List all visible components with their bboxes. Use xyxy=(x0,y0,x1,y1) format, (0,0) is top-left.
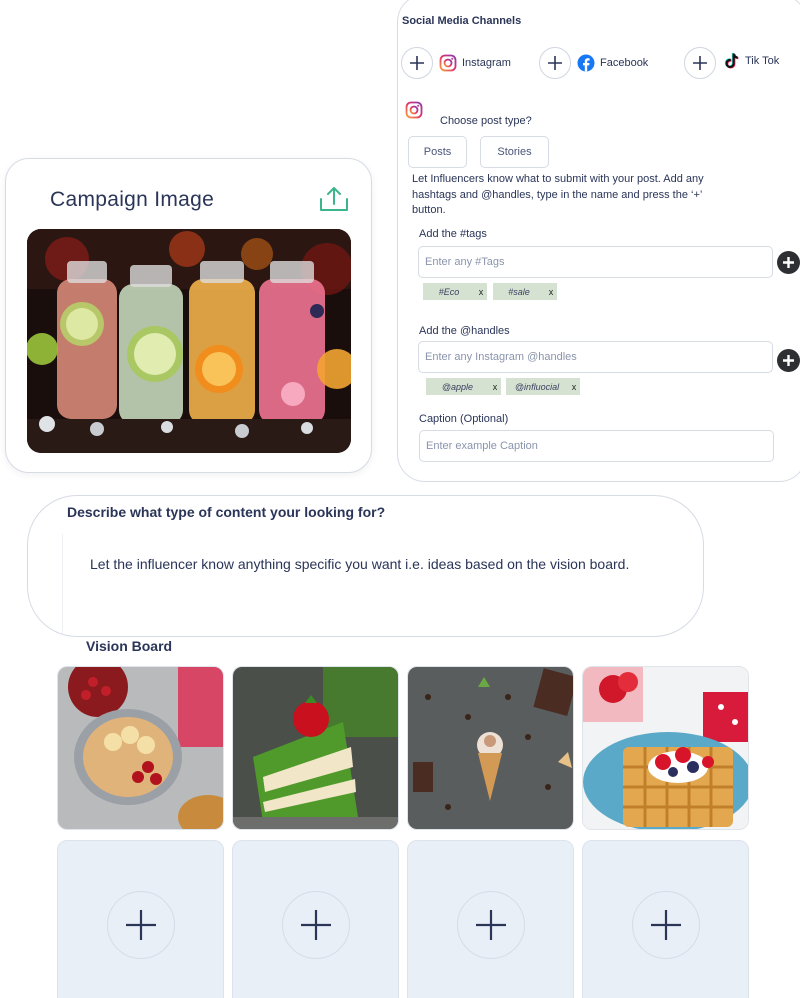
social-media-panel: Social Media Channels Instagram Facebook… xyxy=(397,0,800,482)
add-image-button[interactable] xyxy=(456,891,525,959)
plus-icon xyxy=(783,257,794,268)
vision-board-add-slot[interactable] xyxy=(582,840,749,998)
caption-label: Caption (Optional) xyxy=(419,413,509,425)
vision-board-image[interactable] xyxy=(582,666,749,830)
choose-post-type-label: Choose post type? xyxy=(440,115,532,127)
plus-icon xyxy=(693,56,707,70)
tag-chip-label: #Eco xyxy=(438,286,460,297)
vision-board-add-slot[interactable] xyxy=(407,840,574,998)
plus-icon xyxy=(783,355,794,366)
tags-input[interactable]: Enter any #Tags xyxy=(418,246,773,278)
tiktok-icon xyxy=(722,52,740,70)
social-media-title: Social Media Channels xyxy=(402,15,522,27)
channel-tiktok[interactable]: Tik Tok xyxy=(684,47,779,79)
add-instagram-button[interactable] xyxy=(401,47,433,79)
stories-button[interactable]: Stories xyxy=(480,136,549,168)
upload-icon[interactable] xyxy=(319,185,349,213)
vision-board-add-slot[interactable] xyxy=(57,840,224,998)
campaign-image-card: Campaign Image xyxy=(5,158,372,473)
remove-chip-button[interactable]: x xyxy=(545,287,557,297)
add-image-button[interactable] xyxy=(281,891,350,959)
tag-chip: #Eco x xyxy=(423,283,487,300)
plus-icon xyxy=(125,910,156,940)
add-tiktok-button[interactable] xyxy=(684,47,716,79)
channel-instagram[interactable]: Instagram xyxy=(401,47,511,79)
handle-chip-label: @apple xyxy=(441,381,474,392)
remove-chip-button[interactable]: x xyxy=(568,382,580,392)
tags-label: Add the #tags xyxy=(419,228,487,240)
tag-chip: #sale x xyxy=(493,283,557,300)
add-image-button[interactable] xyxy=(631,891,700,959)
instagram-icon xyxy=(439,54,457,72)
vision-board-image[interactable] xyxy=(57,666,224,830)
vision-board-add-slot[interactable] xyxy=(232,840,399,998)
channel-facebook[interactable]: Facebook xyxy=(539,47,648,79)
plus-icon xyxy=(650,910,681,940)
divider xyxy=(62,534,63,634)
handle-chip: @apple x xyxy=(426,378,501,395)
channel-label-instagram: Instagram xyxy=(462,57,511,69)
caption-input[interactable]: Enter example Caption xyxy=(419,430,774,462)
vision-board-image[interactable] xyxy=(407,666,574,830)
plus-icon xyxy=(410,56,424,70)
handles-label: Add the @handles xyxy=(419,325,510,337)
plus-icon xyxy=(300,910,331,940)
campaign-image[interactable] xyxy=(27,229,351,453)
campaign-image-title: Campaign Image xyxy=(50,188,215,211)
content-description-input[interactable]: Let the influencer know anything specifi… xyxy=(90,556,629,572)
channel-label-tiktok: Tik Tok xyxy=(745,55,780,67)
handles-input[interactable]: Enter any Instagram @handles xyxy=(418,341,773,373)
content-description-card: Describe what type of content your looki… xyxy=(27,495,704,637)
instructions-text: Let Influencers know what to submit with… xyxy=(412,173,704,216)
add-tag-button[interactable] xyxy=(777,251,800,274)
remove-chip-button[interactable]: x xyxy=(489,382,501,392)
tag-chip-label: #sale xyxy=(508,286,530,297)
plus-icon xyxy=(548,56,562,70)
vision-board-image[interactable] xyxy=(232,666,399,830)
posts-button[interactable]: Posts xyxy=(408,136,467,168)
add-facebook-button[interactable] xyxy=(539,47,571,79)
facebook-icon xyxy=(577,54,595,72)
handle-chip-label: @influocial xyxy=(514,381,560,392)
handle-chip: @influocial x xyxy=(506,378,580,395)
plus-icon xyxy=(475,910,506,940)
remove-chip-button[interactable]: x xyxy=(475,287,487,297)
instagram-icon xyxy=(405,101,423,119)
add-image-button[interactable] xyxy=(106,891,175,959)
add-handle-button[interactable] xyxy=(777,349,800,372)
vision-board-title: Vision Board xyxy=(86,638,173,654)
channel-label-facebook: Facebook xyxy=(600,57,649,69)
content-description-title: Describe what type of content your looki… xyxy=(67,504,386,520)
